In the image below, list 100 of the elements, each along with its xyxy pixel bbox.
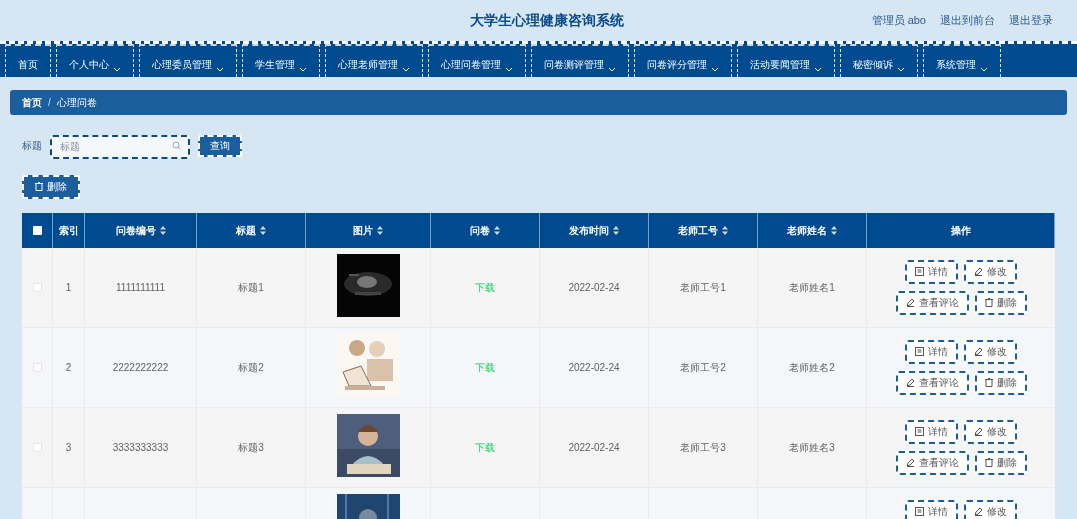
nav-menu-item[interactable]: 心理老师管理 (325, 44, 423, 77)
pencil-icon (974, 427, 983, 436)
table-cell-text: 老师工号3 (680, 440, 726, 455)
search-label: 标题 (22, 139, 42, 154)
pencil-icon (905, 378, 915, 387)
breadcrumb-link[interactable]: 首页 (22, 95, 42, 110)
nav-menu-item[interactable]: 学生管理 (242, 44, 320, 77)
table-cell-text: 老师工号2 (680, 360, 726, 375)
column-header[interactable]: 老师工号 (649, 212, 758, 248)
chevron-down-icon (814, 67, 822, 72)
document-icon (915, 267, 924, 276)
document-icon (915, 347, 924, 356)
action-button[interactable]: 查看评论 (895, 290, 969, 315)
pencil-icon (974, 507, 983, 516)
chevron-down-icon (113, 67, 121, 72)
document-icon (915, 507, 924, 516)
sort-icon[interactable] (613, 225, 619, 235)
header-link[interactable]: 退出登录 (1009, 12, 1053, 29)
row-checkbox[interactable] (32, 442, 42, 452)
column-header[interactable]: 标题 (197, 212, 306, 248)
table-cell-text: 2022-02-24 (568, 360, 620, 375)
action-button[interactable]: 修改 (964, 339, 1017, 364)
header-link[interactable]: 管理员 abo (871, 12, 926, 29)
chevron-down-icon (608, 67, 616, 72)
row-index: 1 (65, 280, 72, 295)
chevron-down-icon (980, 67, 988, 72)
nav-menu-item[interactable]: 心理问卷管理 (428, 44, 526, 77)
pencil-icon (974, 347, 983, 356)
action-button[interactable]: 修改 (964, 419, 1017, 444)
action-button[interactable]: 修改 (964, 259, 1017, 284)
sort-icon[interactable] (377, 225, 383, 235)
chevron-down-icon (299, 67, 307, 72)
nav-menu-item[interactable]: 活动要闻管理 (737, 44, 835, 77)
column-header[interactable]: 发布时间 (540, 212, 649, 248)
sort-icon[interactable] (831, 225, 837, 235)
table-cell-text: 1111111111 (116, 280, 165, 295)
sort-icon[interactable] (260, 225, 266, 235)
column-header: 索引 (53, 212, 85, 248)
sort-icon[interactable] (722, 225, 728, 235)
breadcrumb-link[interactable]: 心理问卷 (56, 95, 97, 110)
nav-menu-item[interactable]: 问卷评分管理 (634, 44, 732, 77)
nav-menu-item[interactable]: 个人中心 (56, 44, 134, 77)
delete-button[interactable]: 删除 (22, 174, 80, 199)
table-cell-text: 老师姓名3 (789, 440, 835, 455)
table-cell-text: 老师姓名1 (789, 280, 835, 295)
column-header: 操作 (867, 212, 1055, 248)
chevron-down-icon (711, 67, 719, 72)
action-button[interactable]: 删除 (974, 290, 1027, 315)
column-header[interactable]: 图片 (306, 212, 431, 248)
chevron-down-icon (402, 67, 410, 72)
table-cell-text: 标题2 (238, 360, 264, 375)
action-button[interactable]: 查看评论 (895, 370, 969, 395)
table-cell-text: 老师工号1 (680, 280, 726, 295)
search-field[interactable]: 标题 (50, 134, 190, 159)
nav-menu-item[interactable]: 首页 (5, 44, 51, 77)
table-cell-text: 2222222222 (112, 360, 169, 375)
trash-icon (984, 458, 993, 467)
sort-icon[interactable] (159, 225, 166, 235)
chevron-down-icon (505, 67, 513, 72)
chevron-down-icon (897, 67, 905, 72)
action-button[interactable]: 详情 (905, 419, 958, 444)
table-cell-text: 2022-02-24 (568, 280, 620, 295)
pencil-icon (905, 458, 915, 467)
pencil-icon (974, 267, 983, 276)
column-header[interactable]: 老师姓名 (758, 212, 867, 248)
trash-icon (35, 182, 43, 191)
row-checkbox[interactable] (32, 282, 42, 292)
select-all-checkbox[interactable] (32, 225, 42, 235)
trash-icon (984, 298, 993, 307)
sort-icon[interactable] (494, 225, 500, 235)
table-cell-text: 3333333333 (112, 440, 169, 455)
action-button[interactable]: 删除 (974, 450, 1027, 475)
document-icon (915, 427, 924, 436)
breadcrumb-separator: / (48, 96, 51, 110)
action-button[interactable]: 查看评论 (895, 450, 969, 475)
app-title: 大学生心理健康咨询系统 (470, 11, 624, 30)
action-button[interactable]: 详情 (905, 259, 958, 284)
action-button[interactable]: 修改 (964, 499, 1017, 519)
row-checkbox[interactable] (32, 362, 42, 372)
search-icon (172, 141, 181, 150)
search-button[interactable]: 查询 (198, 134, 242, 157)
row-index: 3 (65, 440, 72, 455)
table-cell-text: 标题1 (238, 280, 264, 295)
trash-icon (984, 378, 993, 387)
nav-menu-item[interactable]: 秘密倾诉 (840, 44, 918, 77)
nav-menu-item[interactable]: 问卷测评管理 (531, 44, 629, 77)
table-cell-text: 标题3 (238, 440, 264, 455)
chevron-down-icon (216, 67, 224, 72)
column-header[interactable]: 问卷编号 (85, 212, 197, 248)
table-cell-text: 老师姓名2 (789, 360, 835, 375)
row-index: 2 (65, 360, 72, 375)
action-button[interactable]: 详情 (905, 339, 958, 364)
nav-menu-item[interactable]: 心理委员管理 (139, 44, 237, 77)
pencil-icon (905, 298, 915, 307)
header-link[interactable]: 退出到前台 (940, 12, 995, 29)
table-cell-text: 2022-02-24 (568, 440, 620, 455)
nav-menu-item[interactable]: 系统管理 (923, 44, 1001, 77)
column-header[interactable]: 问卷 (431, 212, 540, 248)
action-button[interactable]: 删除 (974, 370, 1027, 395)
action-button[interactable]: 详情 (905, 499, 958, 519)
